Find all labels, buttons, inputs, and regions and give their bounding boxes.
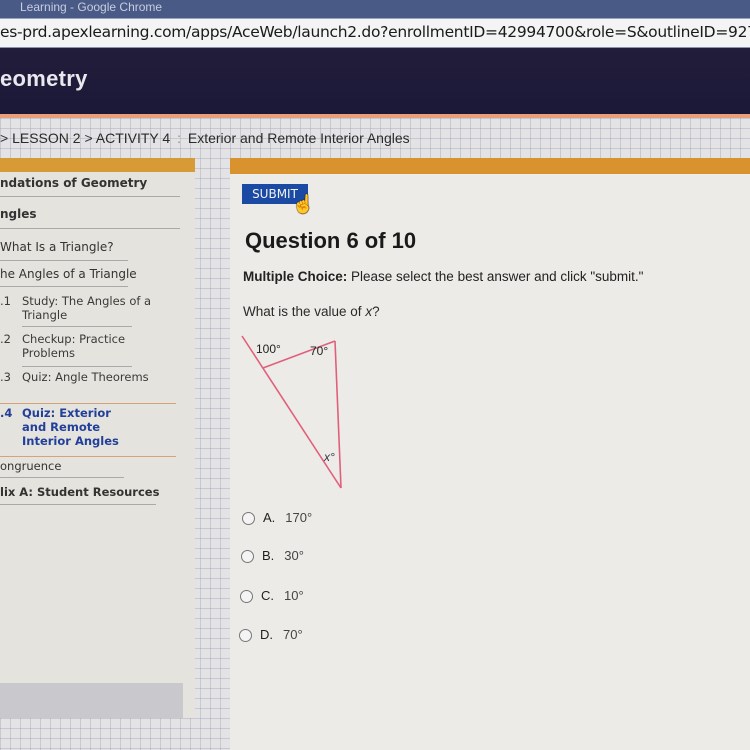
sidebar-section[interactable]: ngles <box>0 207 37 221</box>
radio-button[interactable] <box>240 590 253 604</box>
triangle-right-side <box>334 340 342 489</box>
panel-topbar <box>230 158 750 174</box>
instructions-label: Multiple Choice: <box>243 269 348 284</box>
choice-value: 30° <box>284 548 304 563</box>
breadcrumb-separator: > <box>84 130 93 146</box>
question-panel: SUBMIT ☝ Question 6 of 10 Multiple Choic… <box>230 158 750 750</box>
radio-button[interactable] <box>239 629 252 643</box>
triangle-figure: 100° 70° x° <box>238 330 378 500</box>
radio-button[interactable] <box>242 512 255 526</box>
choice-a[interactable]: A. 170° <box>242 510 313 526</box>
choice-value: 70° <box>283 627 303 642</box>
instructions: Multiple Choice: Please select the best … <box>243 269 643 284</box>
choice-value: 10° <box>284 588 304 603</box>
window-titlebar: Learning - Google Chrome <box>0 0 750 18</box>
question-title: Question 6 of 10 <box>245 228 417 253</box>
sidebar-lesson-item[interactable]: What Is a Triangle? <box>0 240 114 254</box>
breadcrumb-separator: > <box>0 130 9 146</box>
instructions-text: Please select the best answer and click … <box>347 269 644 284</box>
sidebar-lesson-item[interactable]: he Angles of a Triangle <box>0 267 137 281</box>
divider <box>0 196 180 197</box>
window-title: Learning - Google Chrome <box>20 0 163 14</box>
sidebar-unit[interactable]: ndations of Geometry <box>0 176 147 190</box>
divider <box>0 260 128 261</box>
choice-d[interactable]: D. 70° <box>239 627 303 643</box>
hand-cursor-icon: ☝ <box>292 194 315 214</box>
question-prompt: What is the value of x? <box>243 304 380 319</box>
breadcrumb-lesson[interactable]: LESSON 2 <box>12 130 80 146</box>
divider <box>0 504 156 505</box>
url-text[interactable]: es-prd.apexlearning.com/apps/AceWeb/laun… <box>0 23 750 41</box>
activity-number: .2 <box>0 332 11 346</box>
browser-window: Learning - Google Chrome es-prd.apexlear… <box>0 0 750 750</box>
extended-side-line <box>241 335 342 489</box>
choice-value: 170° <box>285 510 313 525</box>
course-header: eometry <box>0 48 750 114</box>
activity-number: .1 <box>0 294 11 308</box>
activity-label[interactable]: Quiz: Angle Theorems <box>22 370 152 384</box>
course-title: eometry <box>0 66 88 91</box>
sidebar-lesson-item[interactable]: lix A: Student Resources <box>0 485 159 499</box>
choice-b[interactable]: B. 30° <box>241 548 304 564</box>
divider <box>0 477 124 478</box>
activity-label[interactable]: Quiz: Exterior and Remote Interior Angle… <box>22 406 122 448</box>
divider <box>0 403 176 404</box>
prompt-text: What is the value of <box>243 304 366 319</box>
divider <box>22 326 132 327</box>
divider <box>0 228 180 229</box>
divider <box>22 366 132 367</box>
prompt-end: ? <box>372 304 380 319</box>
sidebar-lesson-item[interactable]: ongruence <box>0 459 61 473</box>
choice-letter: D. <box>260 627 273 642</box>
activity-label[interactable]: Study: The Angles of a Triangle <box>22 294 152 322</box>
radio-button[interactable] <box>241 550 254 564</box>
breadcrumb-activity-title: Exterior and Remote Interior Angles <box>187 130 410 146</box>
interior-angle-label: 70° <box>310 344 329 358</box>
breadcrumb: > LESSON 2 > ACTIVITY 4 : Exterior and R… <box>0 130 410 146</box>
choice-letter: B. <box>262 548 275 563</box>
sidebar-topbar <box>0 158 195 172</box>
choice-letter: C. <box>261 588 274 603</box>
breadcrumb-colon: : <box>177 130 181 146</box>
exterior-angle-label: 100° <box>256 342 281 356</box>
activity-number: .3 <box>0 370 11 384</box>
activity-number: .4 <box>0 406 13 420</box>
sidebar-footer <box>0 683 183 718</box>
choice-c[interactable]: C. 10° <box>240 588 304 604</box>
unknown-angle-label: x° <box>324 450 335 464</box>
choice-letter: A. <box>263 510 276 525</box>
address-bar[interactable]: es-prd.apexlearning.com/apps/AceWeb/laun… <box>0 18 750 48</box>
breadcrumb-activity[interactable]: ACTIVITY 4 <box>96 130 170 146</box>
activity-label[interactable]: Checkup: Practice Problems <box>22 332 152 360</box>
divider <box>0 286 128 287</box>
divider <box>0 456 176 457</box>
